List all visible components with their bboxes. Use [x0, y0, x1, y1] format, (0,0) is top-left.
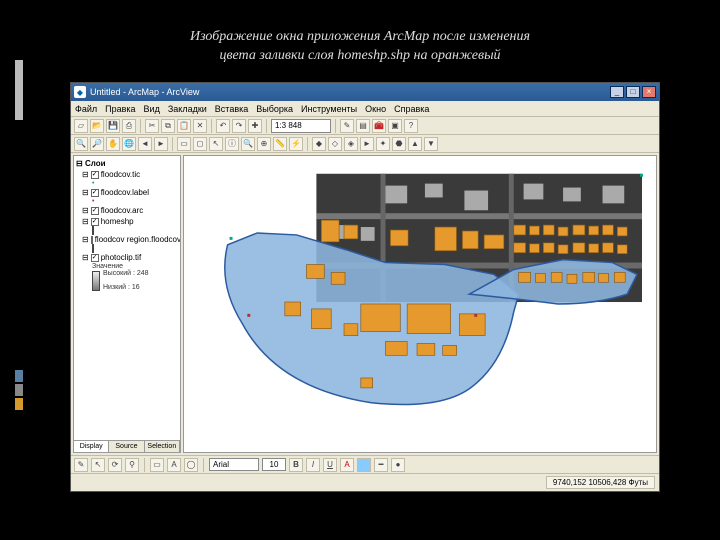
- italic-icon[interactable]: I: [306, 458, 320, 472]
- fontsize-input[interactable]: 10: [262, 458, 286, 471]
- menu-tools[interactable]: Инструменты: [301, 104, 357, 114]
- toc-tab-selection[interactable]: Selection: [145, 441, 180, 452]
- bold-icon[interactable]: B: [289, 458, 303, 472]
- misc3-icon[interactable]: ◈: [344, 137, 358, 151]
- layers-root[interactable]: Слои: [85, 159, 106, 168]
- prev-extent-icon[interactable]: ◄: [138, 137, 152, 151]
- zoomout-icon[interactable]: 🔎: [90, 137, 104, 151]
- misc8-icon[interactable]: ▼: [424, 137, 438, 151]
- layer-photoclip[interactable]: ⊟photoclip.tif: [76, 252, 178, 263]
- scale-input[interactable]: 1:3 848: [271, 119, 331, 133]
- misc7-icon[interactable]: ▲: [408, 137, 422, 151]
- coords-readout: 9740,152 10506,428 Футы: [546, 476, 655, 489]
- goto-xy-icon[interactable]: ⊕: [257, 137, 271, 151]
- app-icon: ◆: [74, 86, 86, 98]
- cut-icon[interactable]: ✂: [145, 119, 159, 133]
- layer-floodcov-tic[interactable]: ⊟floodcov.tic: [76, 169, 178, 180]
- clear-sel-icon[interactable]: ◻: [193, 137, 207, 151]
- misc6-icon[interactable]: ⬣: [392, 137, 406, 151]
- minimize-button[interactable]: _: [610, 86, 624, 98]
- hyperlink-icon[interactable]: ⚡: [289, 137, 303, 151]
- menu-view[interactable]: Вид: [144, 104, 160, 114]
- delete-icon[interactable]: ✕: [193, 119, 207, 133]
- layer-floodcov-arc[interactable]: ⊟floodcov.arc: [76, 205, 178, 216]
- callout-icon[interactable]: ◯: [184, 458, 198, 472]
- menu-help[interactable]: Справка: [394, 104, 429, 114]
- editor-icon[interactable]: ✎: [340, 119, 354, 133]
- toolbox-icon[interactable]: 🧰: [372, 119, 386, 133]
- select-element-icon[interactable]: ↖: [91, 458, 105, 472]
- drawing-icon[interactable]: ✎: [74, 458, 88, 472]
- full-extent-icon[interactable]: 🌐: [122, 137, 136, 151]
- maximize-button[interactable]: □: [626, 86, 640, 98]
- layer-floodcov-label[interactable]: ⊟floodcov.label: [76, 187, 178, 198]
- redo-icon[interactable]: ↷: [232, 119, 246, 133]
- fillcolor-icon[interactable]: [357, 458, 371, 472]
- print-icon[interactable]: ⎙: [122, 119, 136, 133]
- close-button[interactable]: ×: [642, 86, 656, 98]
- paste-icon[interactable]: 📋: [177, 119, 191, 133]
- menu-insert[interactable]: Вставка: [215, 104, 248, 114]
- marker-icon[interactable]: ●: [391, 458, 405, 472]
- map-canvas[interactable]: [183, 155, 657, 453]
- misc1-icon[interactable]: ◆: [312, 137, 326, 151]
- rect-icon[interactable]: ▭: [150, 458, 164, 472]
- add-layer-icon[interactable]: ✚: [248, 119, 262, 133]
- undo-icon[interactable]: ↶: [216, 119, 230, 133]
- window-title: Untitled - ArcMap - ArcView: [90, 87, 199, 97]
- text-icon[interactable]: A: [167, 458, 181, 472]
- identify-icon[interactable]: ⓘ: [225, 137, 239, 151]
- new-icon[interactable]: ▱: [74, 119, 88, 133]
- help-icon[interactable]: ?: [404, 119, 418, 133]
- font-input[interactable]: Arial: [209, 458, 259, 471]
- select-icon[interactable]: ▭: [177, 137, 191, 151]
- menu-bookmarks[interactable]: Закладки: [168, 104, 207, 114]
- misc4-icon[interactable]: ►: [360, 137, 374, 151]
- titlebar[interactable]: ◆ Untitled - ArcMap - ArcView _ □ ×: [71, 83, 659, 101]
- menu-file[interactable]: Файл: [75, 104, 97, 114]
- table-of-contents[interactable]: ⊟ Слои ⊟floodcov.tic • ⊟floodcov.label •…: [73, 155, 181, 453]
- pointer-icon[interactable]: ↖: [209, 137, 223, 151]
- cmd-icon[interactable]: ▣: [388, 119, 402, 133]
- zoomin-icon[interactable]: 🔍: [74, 137, 88, 151]
- menu-edit[interactable]: Правка: [105, 104, 135, 114]
- rotate-icon[interactable]: ⟳: [108, 458, 122, 472]
- zoom-element-icon[interactable]: ⚲: [125, 458, 139, 472]
- toc-tabs: Display Source Selection: [74, 440, 180, 452]
- toc-tab-source[interactable]: Source: [109, 441, 144, 452]
- menu-selection[interactable]: Выборка: [256, 104, 293, 114]
- standard-toolbar: ▱ 📂 💾 ⎙ ✂ ⧉ 📋 ✕ ↶ ↷ ✚ 1:3 848 ✎ ▤ 🧰 ▣ ?: [71, 117, 659, 135]
- next-extent-icon[interactable]: ►: [154, 137, 168, 151]
- catalog-icon[interactable]: ▤: [356, 119, 370, 133]
- find-icon[interactable]: 🔍: [241, 137, 255, 151]
- menu-window[interactable]: Окно: [365, 104, 386, 114]
- statusbar: 9740,152 10506,428 Футы: [71, 473, 659, 491]
- arcmap-window: ◆ Untitled - ArcMap - ArcView _ □ × Файл…: [70, 82, 660, 492]
- toc-tab-display[interactable]: Display: [74, 441, 109, 452]
- draw-toolbar: ✎ ↖ ⟳ ⚲ ▭ A ◯ Arial 10 B I U A ━ ●: [71, 455, 659, 473]
- linecolor-icon[interactable]: ━: [374, 458, 388, 472]
- copy-icon[interactable]: ⧉: [161, 119, 175, 133]
- tools-toolbar: 🔍 🔎 ✋ 🌐 ◄ ► ▭ ◻ ↖ ⓘ 🔍 ⊕ 📏 ⚡ ◆ ◇ ◈ ► ✦ ⬣ …: [71, 135, 659, 153]
- pan-icon[interactable]: ✋: [106, 137, 120, 151]
- menubar: Файл Правка Вид Закладки Вставка Выборка…: [71, 101, 659, 117]
- slide-caption: Изображение окна приложения ArcMap после…: [0, 0, 720, 78]
- measure-icon[interactable]: 📏: [273, 137, 287, 151]
- fontcolor-icon[interactable]: A: [340, 458, 354, 472]
- open-icon[interactable]: 📂: [90, 119, 104, 133]
- underline-icon[interactable]: U: [323, 458, 337, 472]
- save-icon[interactable]: 💾: [106, 119, 120, 133]
- misc2-icon[interactable]: ◇: [328, 137, 342, 151]
- misc5-icon[interactable]: ✦: [376, 137, 390, 151]
